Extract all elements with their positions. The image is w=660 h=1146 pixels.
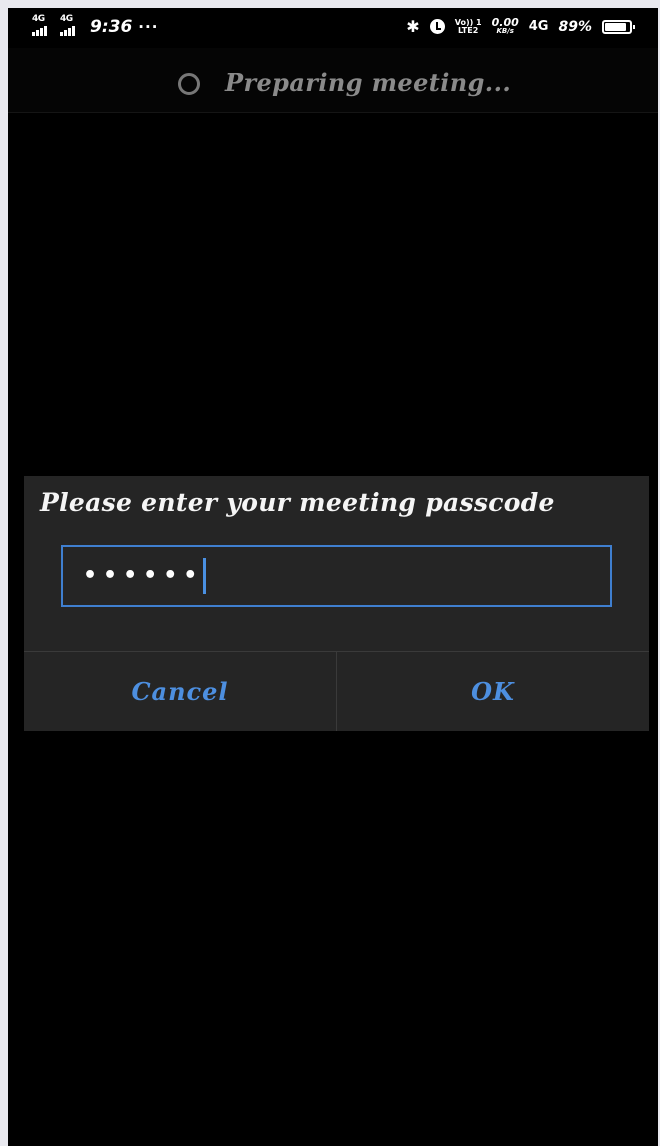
network-type-label: 4G [528, 19, 549, 34]
more-notifications-icon: ··· [138, 18, 159, 36]
volte-bottom-label: LTE2 [458, 25, 479, 35]
passcode-masked-value: •••••• [83, 563, 204, 588]
phone-screen: 4G 4G 9:36 ··· ✱ Vo)) 1 LTE2 0.00 KB/s 4… [8, 8, 658, 1146]
sim2-network-label: 4G [60, 14, 73, 24]
clock: 9:36 [90, 17, 133, 37]
sim2-signal-icon: 4G [60, 14, 82, 37]
status-bar: 4G 4G 9:36 ··· ✱ Vo)) 1 LTE2 0.00 KB/s 4… [8, 8, 658, 48]
ok-button[interactable]: OK [337, 652, 649, 731]
battery-fill [605, 22, 627, 31]
sim1-signal-icon: 4G [32, 14, 54, 37]
bluetooth-icon: ✱ [406, 17, 420, 36]
title-bar: Preparing meeting... [8, 48, 658, 113]
volte-icon: Vo)) 1 LTE2 [455, 18, 482, 35]
loading-spinner-icon [178, 73, 200, 95]
network-speed: 0.00 KB/s [491, 15, 519, 36]
passcode-dialog: Please enter your meeting passcode •••••… [24, 476, 649, 731]
passcode-input[interactable]: •••••• [61, 545, 612, 607]
network-speed-unit: KB/s [496, 26, 514, 35]
text-cursor [203, 558, 207, 594]
dialog-button-bar: Cancel OK [24, 652, 649, 731]
network-speed-value: 0.00 [491, 15, 519, 29]
status-bar-left: 4G 4G 9:36 ··· [32, 14, 159, 37]
sim1-network-label: 4G [32, 14, 45, 24]
status-bar-right: ✱ Vo)) 1 LTE2 0.00 KB/s 4G 89% [406, 15, 635, 36]
page-title: Preparing meeting... [225, 68, 512, 97]
battery-percent: 89% [558, 18, 592, 35]
dialog-title: Please enter your meeting passcode [40, 488, 555, 517]
battery-icon [602, 19, 635, 34]
alarm-icon [429, 19, 445, 34]
cancel-button[interactable]: Cancel [24, 652, 336, 731]
